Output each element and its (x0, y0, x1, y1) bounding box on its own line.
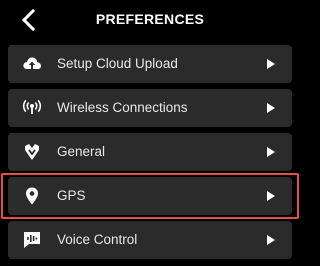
play-arrow-icon (267, 191, 275, 201)
preferences-screen: PREFERENCES Setup Cloud Upload Wireless … (0, 0, 300, 266)
menu-list: Setup Cloud Upload Wireless Connections (0, 0, 300, 266)
voice-control-icon (22, 230, 42, 250)
play-arrow-icon (267, 235, 275, 245)
menu-item-setup-cloud-upload[interactable]: Setup Cloud Upload (8, 45, 292, 83)
general-icon (22, 142, 42, 162)
menu-item-voice-control[interactable]: Voice Control (8, 221, 292, 259)
location-pin-icon (22, 186, 42, 206)
menu-item-label: Voice Control (57, 232, 138, 247)
menu-item-label: Wireless Connections (57, 100, 188, 115)
menu-item-label: GPS (57, 188, 86, 203)
menu-item-wireless-connections[interactable]: Wireless Connections (8, 89, 292, 127)
play-arrow-icon (267, 103, 275, 113)
menu-item-gps[interactable]: GPS (8, 177, 292, 215)
menu-item-label: Setup Cloud Upload (57, 56, 178, 71)
play-arrow-icon (267, 59, 275, 69)
play-arrow-icon (267, 147, 275, 157)
wireless-icon (22, 98, 42, 118)
cloud-upload-icon (22, 54, 42, 74)
menu-item-general[interactable]: General (8, 133, 292, 171)
menu-item-label: General (57, 144, 106, 159)
